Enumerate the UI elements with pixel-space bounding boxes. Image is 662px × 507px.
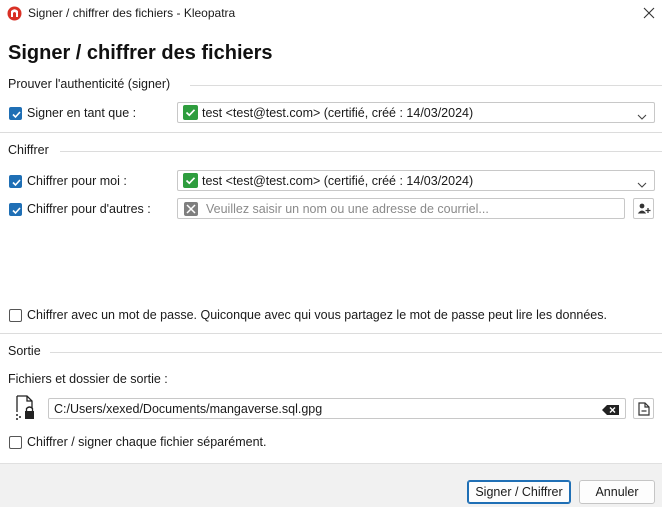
section-divider [0, 132, 662, 133]
add-recipient-button[interactable] [633, 198, 654, 219]
sign-as-combo[interactable]: test <test@test.com> (certifié, créé : 1… [177, 102, 655, 123]
no-certificate-icon [184, 202, 198, 216]
window-title: Signer / chiffrer des fichiers - Kleopat… [28, 6, 236, 20]
sign-section-divider [190, 85, 662, 86]
sign-as-checkbox[interactable] [9, 107, 22, 120]
recipient-input[interactable]: Veuillez saisir un nom ou une adresse de… [177, 198, 625, 219]
title-bar: Signer / chiffrer des fichiers - Kleopat… [0, 0, 662, 28]
encrypt-for-me-combo[interactable]: test <test@test.com> (certifié, créé : 1… [177, 170, 655, 191]
sign-separately-checkbox[interactable] [9, 436, 22, 449]
close-icon[interactable] [640, 4, 658, 22]
open-file-icon [637, 401, 650, 416]
sign-as-value: test <test@test.com> (certifié, créé : 1… [202, 106, 474, 120]
cancel-button[interactable]: Annuler [579, 480, 655, 504]
encrypt-with-password-label: Chiffrer avec un mot de passe. Quiconque… [27, 308, 607, 322]
dialog-title: Signer / chiffrer des fichiers [8, 42, 273, 64]
sign-separately-label: Chiffrer / signer chaque fichier séparém… [27, 435, 267, 449]
output-path-input[interactable]: C:/Users/xexed/Documents/mangaverse.sql.… [48, 398, 626, 419]
encrypt-for-me-checkbox[interactable] [9, 175, 22, 188]
chevron-down-icon [637, 177, 647, 191]
output-section-header: Sortie [8, 344, 41, 358]
dialog-footer: Signer / Chiffrer Annuler [0, 463, 662, 507]
certified-icon [183, 173, 198, 188]
kleopatra-app-icon [7, 6, 22, 21]
section-divider [0, 333, 662, 334]
chevron-down-icon [637, 109, 647, 123]
encrypt-with-password-checkbox[interactable] [9, 309, 22, 322]
sign-encrypt-button[interactable]: Signer / Chiffrer [467, 480, 571, 504]
recipient-placeholder: Veuillez saisir un nom ou une adresse de… [206, 202, 489, 216]
locked-file-icon [14, 395, 36, 421]
sign-section-header: Prouver l'authenticité (signer) [8, 77, 171, 91]
encrypt-for-me-value: test <test@test.com> (certifié, créé : 1… [202, 174, 474, 188]
clear-text-icon[interactable] [602, 404, 620, 418]
output-files-label: Fichiers et dossier de sortie : [8, 372, 168, 386]
output-section-divider [50, 352, 662, 353]
encrypt-section-header: Chiffrer [8, 143, 49, 157]
sign-as-label: Signer en tant que : [27, 106, 137, 120]
output-path-value: C:/Users/xexed/Documents/mangaverse.sql.… [54, 402, 323, 416]
certified-icon [183, 105, 198, 120]
browse-output-button[interactable] [633, 398, 654, 419]
encrypt-for-me-label: Chiffrer pour moi : [27, 174, 127, 188]
encrypt-for-others-label: Chiffrer pour d'autres : [27, 202, 151, 216]
encrypt-section-divider [60, 151, 662, 152]
encrypt-for-others-checkbox[interactable] [9, 203, 22, 216]
add-user-icon [637, 203, 650, 213]
